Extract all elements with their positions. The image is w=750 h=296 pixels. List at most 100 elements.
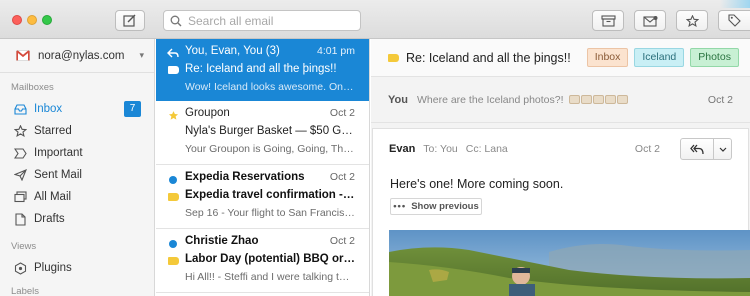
account-email: nora@nylas.com	[38, 49, 125, 62]
unread-dot-icon	[167, 238, 179, 250]
sidebar-item-label: Starred	[34, 125, 72, 137]
sidebar-item-important[interactable]: Important	[0, 142, 154, 164]
thread-list: You, Evan, You (3) 4:01 pm Re: Iceland a…	[156, 39, 370, 296]
minimize-window-button[interactable]	[27, 15, 37, 25]
thread-row[interactable]: Expedia Reservations Oct 2 Expedia trave…	[156, 165, 369, 229]
message-subject-bar: Re: Iceland and all the þings!! Inbox Ic…	[371, 39, 750, 77]
thread-date: Oct 2	[329, 171, 355, 183]
thread-snippet: Hi All!! - Steffi and I were talking ton…	[185, 271, 355, 283]
show-previous-button[interactable]: ••• Show previous	[390, 198, 482, 215]
label-tag-icon	[167, 191, 179, 203]
sidebar: nora@nylas.com ▾ Mailboxes Inbox 7 Starr…	[0, 39, 155, 296]
section-label-views: Views	[11, 241, 37, 252]
message-sender[interactable]: Evan	[389, 143, 415, 155]
reply-all-icon	[690, 144, 704, 154]
reply-options-dropdown[interactable]	[714, 138, 732, 160]
mail-window: nora@nylas.com ▾ Mailboxes Inbox 7 Starr…	[0, 0, 750, 296]
archive-icon	[600, 14, 616, 27]
chevron-down-icon	[719, 147, 726, 152]
move-to-folder-icon	[642, 15, 657, 27]
sidebar-item-all-mail[interactable]: All Mail	[0, 186, 154, 208]
label-tag-icon	[167, 255, 179, 267]
thread-sender: Christie Zhao	[185, 235, 259, 247]
message-header: Evan To: You Cc: Lana Oct 2	[373, 134, 748, 164]
thread-row[interactable]: Groupon Oct 2 Nyla's Burger Basket — $50…	[156, 101, 369, 165]
message-pane: Re: Iceland and all the þings!! Inbox Ic…	[371, 39, 750, 296]
starred-icon	[167, 109, 179, 121]
message-subject: Re: Iceland and all the þings!!	[406, 50, 571, 65]
thread-date: Oct 2	[329, 235, 355, 247]
tag-icon	[728, 14, 741, 27]
window-corner-decoration	[720, 0, 750, 8]
star-icon	[685, 14, 699, 27]
thread-snippet: Your Groupon is Going, Going, The...	[185, 143, 355, 155]
reply-all-icon	[167, 47, 179, 59]
all-mail-icon	[13, 190, 27, 204]
section-label-labels: Labels	[11, 286, 39, 296]
toolbar	[0, 0, 750, 39]
move-to-folder-button[interactable]	[634, 10, 666, 31]
label-chip-photos[interactable]: Photos	[690, 48, 739, 67]
thread-subject: Nyla's Burger Basket — $50 Groupo...	[185, 125, 355, 137]
sidebar-item-label: Important	[34, 147, 83, 159]
compose-icon	[123, 14, 136, 27]
important-icon	[13, 146, 27, 160]
thread-sender: Expedia Reservations	[185, 171, 305, 183]
message-recipients: To: You	[423, 143, 458, 155]
archive-button[interactable]	[592, 10, 624, 31]
sent-icon	[13, 168, 27, 182]
collapsed-message[interactable]: You Where are the Iceland photos?! Oct 2	[371, 77, 750, 123]
account-switcher[interactable]: nora@nylas.com ▾	[0, 39, 154, 73]
sidebar-item-label: All Mail	[34, 191, 72, 203]
ellipsis-icon: •••	[393, 201, 407, 212]
sidebar-item-drafts[interactable]: Drafts	[0, 208, 154, 230]
section-label-mailboxes: Mailboxes	[11, 82, 54, 93]
star-icon	[13, 124, 27, 138]
search-field[interactable]	[163, 10, 361, 31]
close-window-button[interactable]	[12, 15, 22, 25]
unread-dot-icon	[167, 174, 179, 186]
tag-button[interactable]	[718, 10, 750, 31]
collapsed-message-snippet: Where are the Iceland photos?!	[417, 94, 702, 106]
collapsed-message-sender: You	[388, 93, 408, 106]
inbox-icon	[13, 102, 27, 116]
star-button[interactable]	[676, 10, 708, 31]
show-previous-label: Show previous	[411, 201, 479, 212]
thread-row[interactable]: Christie Zhao Oct 2 Labor Day (potential…	[156, 229, 369, 293]
sidebar-item-label: Inbox	[34, 103, 63, 115]
search-input[interactable]	[188, 13, 358, 28]
collapsed-snippet-text: Where are the Iceland photos?!	[417, 93, 564, 106]
reply-all-button[interactable]	[680, 138, 714, 160]
sidebar-item-starred[interactable]: Starred	[0, 120, 154, 142]
thread-snippet: Sep 16 - Your flight to San Francisco...	[185, 207, 355, 219]
unread-count-badge: 7	[124, 101, 141, 117]
label-tag-icon	[388, 53, 399, 62]
message-body: Here's one! More coming soon.	[390, 177, 564, 191]
attached-photo[interactable]	[389, 230, 750, 296]
drafts-icon	[13, 212, 27, 226]
label-chip-iceland[interactable]: Iceland	[634, 48, 685, 67]
message-card: Evan To: You Cc: Lana Oct 2 Here's one! …	[372, 128, 750, 296]
sidebar-item-label: Drafts	[34, 213, 65, 225]
thread-subject: Labor Day (potential) BBQ or Pi...	[185, 253, 355, 265]
sidebar-item-label: Plugins	[34, 262, 72, 274]
label-chip-inbox[interactable]: Inbox	[586, 48, 629, 67]
reply-button-group	[680, 138, 732, 160]
maximize-window-button[interactable]	[42, 15, 52, 25]
compose-button[interactable]	[115, 10, 145, 31]
emoji-icons	[569, 95, 629, 105]
sidebar-item-plugins[interactable]: Plugins	[0, 257, 154, 279]
search-icon	[170, 15, 182, 26]
thread-row[interactable]: You, Evan, You (3) 4:01 pm Re: Iceland a…	[156, 39, 369, 101]
sidebar-item-sent-mail[interactable]: Sent Mail	[0, 164, 154, 186]
thread-snippet: Wow! Iceland looks awesome. On Sa...	[185, 81, 355, 93]
collapsed-message-date: Oct 2	[707, 93, 733, 106]
message-cc: Cc: Lana	[465, 143, 508, 155]
label-tag-icon	[167, 64, 179, 76]
sidebar-item-inbox[interactable]: Inbox 7	[0, 98, 154, 120]
message-date: Oct 2	[634, 143, 660, 155]
chevron-down-icon: ▾	[139, 50, 144, 60]
thread-subject: Expedia travel confirmation - Se...	[185, 189, 355, 201]
thread-date: 4:01 pm	[317, 45, 355, 57]
iceland-landscape-image	[389, 230, 750, 296]
